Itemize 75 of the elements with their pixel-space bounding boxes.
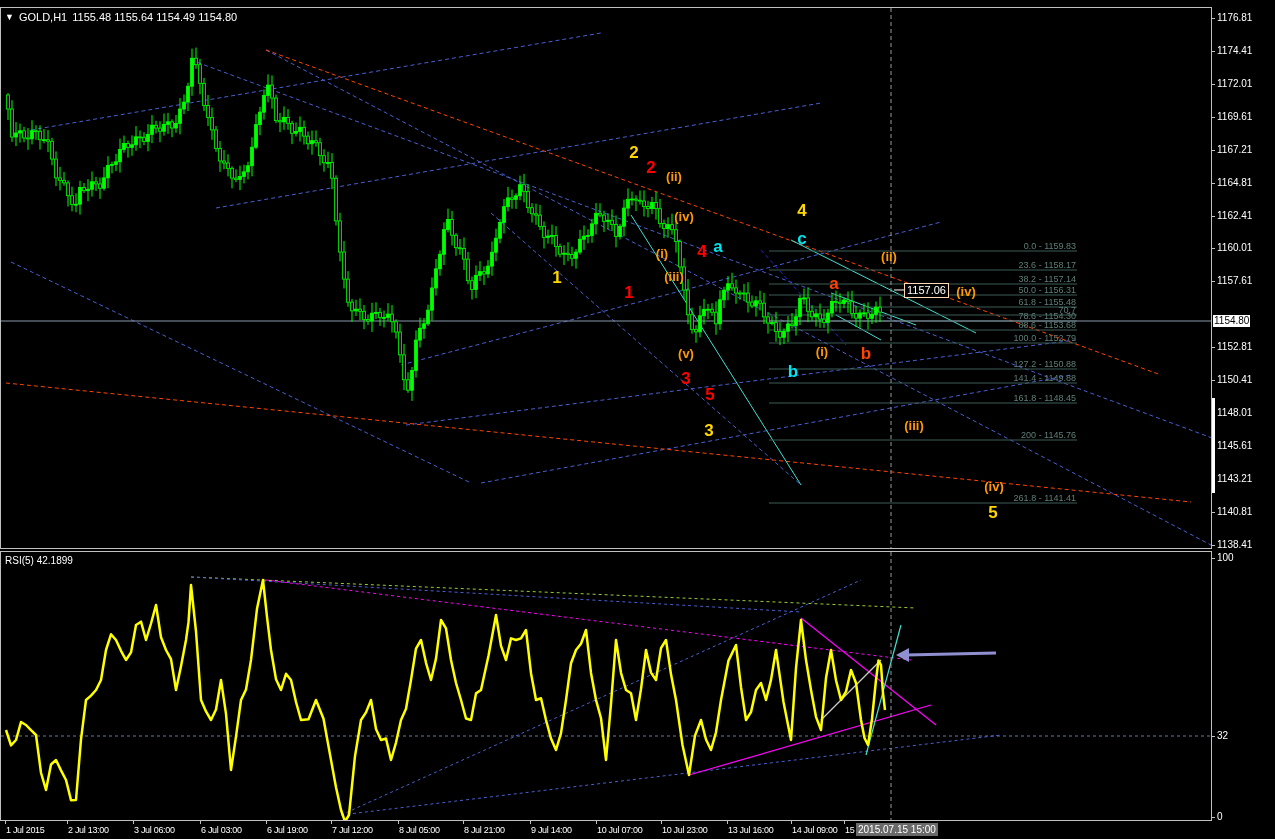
dropdown-arrow-icon[interactable]: ▼ — [5, 10, 14, 24]
price-axis-label: 1157.61 — [1217, 275, 1253, 288]
wave-label: 1 — [552, 268, 562, 287]
price-axis-label: 1150.41 — [1217, 374, 1253, 387]
price-axis-label: 1172.01 — [1217, 77, 1253, 90]
price-axis-label: 1162.41 — [1217, 209, 1253, 222]
wave-label: (i) — [815, 344, 829, 359]
price-axis-label: 1143.21 — [1217, 473, 1253, 485]
fib-level-label: 50.0 - 1156.31 — [1018, 285, 1076, 295]
marker-leader-line — [893, 289, 905, 291]
wave-label: (iii) — [904, 418, 924, 433]
time-axis-label: 8 Jul 21:00 — [464, 824, 505, 836]
fib-level-label: 161.8 - 1148.45 — [1013, 393, 1076, 403]
fib-level-label: 0.0 - 1159.83 — [1023, 241, 1076, 251]
wave-label: 1 — [624, 283, 634, 302]
indicator-label: RSI(5) 42.1899 — [5, 554, 73, 568]
price-axis-label: 1174.41 — [1217, 44, 1253, 57]
wave-label: a — [829, 274, 839, 293]
wave-label: 2 — [629, 143, 639, 162]
price-axis-label: 1145.61 — [1217, 440, 1253, 453]
wave-label: (iv) — [674, 209, 694, 224]
price-axis-label: 1148.01 — [1217, 407, 1253, 420]
time-axis-label: 14 Jul 09:00 — [792, 824, 838, 836]
fib-level-label: 100.0 - 1152.79 — [1013, 333, 1076, 343]
rsi-axis-label: 0 — [1217, 811, 1223, 823]
time-axis-label: 10 Jul 07:00 — [597, 824, 643, 836]
time-axis-label: 9 Jul 14:00 — [531, 824, 572, 836]
wave-label: 3 — [704, 421, 714, 440]
wave-label: 5 — [705, 385, 715, 404]
fib-level-label: 23.6 - 1158.17 — [1018, 260, 1076, 270]
wave-label: 5 — [988, 503, 998, 522]
wave-label: (iv) — [984, 479, 1004, 494]
wave-label: (iv) — [956, 284, 976, 299]
chart-symbol: GOLD,H1 — [18, 10, 68, 25]
current-price-label: 1154.80 — [1213, 315, 1251, 327]
wave-label: c — [797, 229, 807, 248]
crosshair-time-label: 2015.07.15 15:00 — [856, 823, 938, 836]
ohlc-quote: 1155.48 1155.64 1154.49 1154.80 — [72, 10, 238, 25]
time-axis-label: 8 Jul 05:00 — [399, 824, 440, 836]
fib-level-label: 127.2 - 1150.88 — [1013, 359, 1076, 369]
price-axis-label: 1164.81 — [1217, 176, 1253, 189]
time-axis-label: 10 Jul 23:00 — [662, 824, 708, 836]
wave-label: a — [713, 237, 723, 256]
wave-label: 4 — [697, 242, 707, 261]
price-axis-label: 1138.41 — [1217, 538, 1253, 551]
time-axis-label: 3 Jul 06:00 — [134, 824, 175, 836]
time-axis-label: 2 Jul 13:00 — [68, 824, 109, 836]
wave-label: b — [787, 362, 799, 381]
price-marker-label: 1157.06 — [904, 282, 949, 298]
time-axis-label: 13 Jul 16:00 — [728, 824, 774, 836]
price-axis-label: 1176.81 — [1217, 12, 1253, 24]
price-axis-label: 1169.61 — [1217, 110, 1253, 123]
rsi-axis-label: 100 — [1217, 552, 1234, 564]
wave-label: (ii) — [881, 249, 897, 264]
wave-label: (i) — [655, 246, 669, 261]
rsi-axis-label: 32 — [1217, 730, 1229, 742]
wave-label: 4 — [797, 201, 807, 220]
price-axis-label: 1160.01 — [1217, 242, 1253, 255]
wave-label: b — [860, 344, 872, 363]
time-axis-label: 7 Jul 12:00 — [332, 824, 373, 836]
wave-label: (ii) — [666, 169, 682, 184]
time-axis-label: 6 Jul 03:00 — [201, 824, 242, 836]
wave-label: (v) — [678, 346, 694, 361]
fib-level-label: 38.2 - 1157.14 — [1018, 274, 1076, 284]
fib-level-label: 200 - 1145.76 — [1021, 430, 1076, 440]
price-axis-label: 1152.81 — [1217, 341, 1253, 354]
wave-label: 2 — [646, 158, 656, 177]
wave-label: 3 — [681, 369, 691, 388]
price-axis-label: 1140.81 — [1217, 505, 1253, 518]
time-axis-label: 6 Jul 19:00 — [267, 824, 308, 836]
fib-level-label: 61.8 - 1155.48 — [1018, 297, 1076, 307]
price-axis-label: 1167.21 — [1217, 143, 1253, 156]
fib-level-label: 261.8 - 1141.41 — [1013, 493, 1076, 503]
time-axis-label: 15 — [845, 824, 855, 836]
time-axis-label: 1 Jul 2015 — [6, 824, 45, 836]
